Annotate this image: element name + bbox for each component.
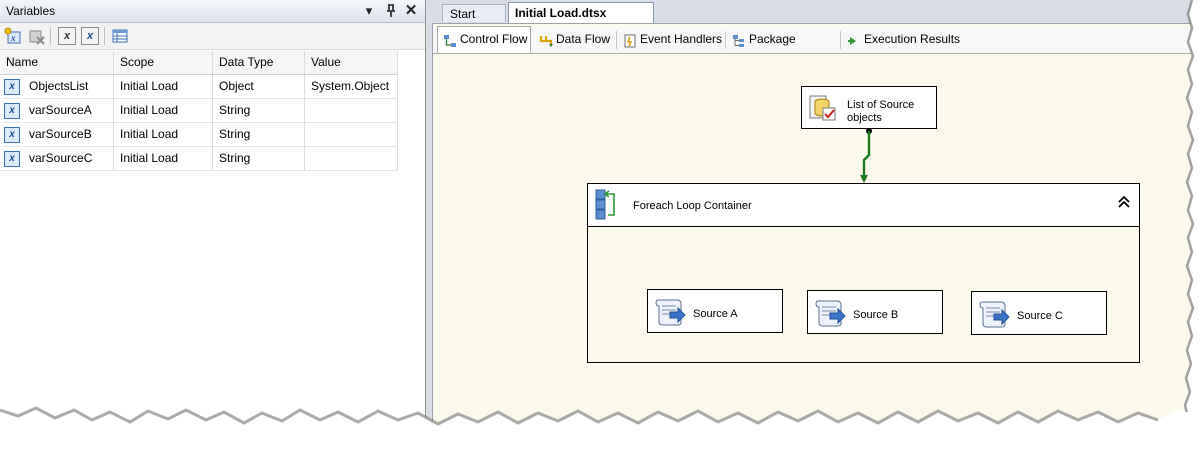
task-label: List of Source objects xyxy=(847,99,914,125)
tab-label: Data Flow xyxy=(556,32,611,46)
designer-tab-strip: Control Flow Data Flow Event Handlers Pa… xyxy=(433,26,1191,70)
variables-title-bar: Variables ▾ ✕ xyxy=(0,0,425,23)
table-row[interactable]: x varSourceA Initial Load String xyxy=(0,99,398,123)
event-handlers-icon xyxy=(623,32,636,48)
task-label-line-2: objects xyxy=(847,112,882,124)
foreach-loop-container[interactable]: Foreach Loop Container xyxy=(587,183,1140,363)
container-title: Foreach Loop Container xyxy=(633,200,752,212)
column-header-value[interactable]: Value xyxy=(305,51,398,74)
table-row[interactable]: x ObjectsList Initial Load Object System… xyxy=(0,75,398,99)
task-label: Source A xyxy=(693,308,738,320)
tab-data-flow[interactable]: Data Flow xyxy=(534,27,614,51)
collapse-chevron-icon[interactable] xyxy=(1117,195,1131,212)
task-label: Source B xyxy=(853,309,899,321)
precedence-constraint-arrow[interactable] xyxy=(855,127,877,185)
tab-start-page[interactable]: Start Page xyxy=(442,4,506,39)
package-explorer-icon xyxy=(732,32,745,47)
torn-edge-right xyxy=(1180,0,1202,453)
show-system-variables-icon[interactable]: x xyxy=(58,27,76,45)
tab-label: Event Handlers xyxy=(640,32,723,46)
column-header-scope[interactable]: Scope xyxy=(114,51,213,74)
variable-data-type[interactable]: String xyxy=(213,99,305,122)
variable-scope: Initial Load xyxy=(114,75,213,98)
table-row[interactable]: x varSourceC Initial Load String xyxy=(0,147,398,171)
execute-sql-task-icon xyxy=(808,93,838,126)
variable-data-type[interactable]: Object xyxy=(213,75,305,98)
grid-header-row: Name Scope Data Type Value xyxy=(0,51,398,75)
delete-variable-icon[interactable] xyxy=(27,27,45,45)
variable-scope: Initial Load xyxy=(114,99,213,122)
tab-label: Execution Results xyxy=(864,32,961,46)
close-icon[interactable]: ✕ xyxy=(402,2,420,20)
variable-name[interactable]: ObjectsList xyxy=(0,75,114,98)
column-header-data-type[interactable]: Data Type xyxy=(213,51,305,74)
variable-value[interactable] xyxy=(305,123,398,146)
variables-toolbar: x x x xyxy=(0,23,425,50)
svg-text:x: x xyxy=(10,33,16,43)
data-flow-icon xyxy=(539,32,553,47)
variable-data-type[interactable]: String xyxy=(213,123,305,146)
script-task-icon xyxy=(814,297,846,332)
variable-name[interactable]: varSourceB xyxy=(0,123,114,146)
script-task-source-a[interactable]: Source A xyxy=(647,289,783,333)
variable-scope: Initial Load xyxy=(114,147,213,170)
tab-control-flow[interactable]: Control Flow xyxy=(437,26,531,53)
tab-package-explorer[interactable]: Package Explorer xyxy=(727,27,839,70)
tab-initial-load-design[interactable]: Initial Load.dtsx [Design] xyxy=(508,2,654,40)
variable-value[interactable]: System.Object xyxy=(305,75,398,98)
task-label-line-1: List of Source xyxy=(847,99,915,111)
variable-name[interactable]: varSourceA xyxy=(0,99,114,122)
execution-results-icon xyxy=(847,32,860,45)
show-all-variables-icon[interactable]: x xyxy=(81,27,99,45)
add-variable-icon[interactable]: x xyxy=(4,27,22,45)
variables-grid: Name Scope Data Type Value x ObjectsList… xyxy=(0,51,398,171)
column-header-name[interactable]: Name xyxy=(0,51,114,74)
variable-name[interactable]: varSourceC xyxy=(0,147,114,170)
variable-value[interactable] xyxy=(305,147,398,170)
script-task-source-c[interactable]: Source C xyxy=(971,291,1107,335)
script-task-icon xyxy=(978,298,1010,333)
foreach-loop-icon xyxy=(595,189,617,224)
variable-scope: Initial Load xyxy=(114,123,213,146)
choose-columns-icon[interactable] xyxy=(111,27,129,45)
table-row[interactable]: x varSourceB Initial Load String xyxy=(0,123,398,147)
control-flow-icon xyxy=(443,32,456,47)
script-task-icon xyxy=(654,296,686,331)
tab-label: Control Flow xyxy=(460,32,528,46)
auto-hide-pin-icon[interactable] xyxy=(382,2,400,20)
container-header[interactable]: Foreach Loop Container xyxy=(588,184,1139,227)
window-position-dropdown-icon[interactable]: ▾ xyxy=(360,2,378,20)
tab-event-handlers[interactable]: Event Handlers xyxy=(618,27,724,51)
script-task-source-b[interactable]: Source B xyxy=(807,290,943,334)
variable-value[interactable] xyxy=(305,99,398,122)
variable-data-type[interactable]: String xyxy=(213,147,305,170)
list-source-objects-task[interactable]: List of Source objects xyxy=(801,86,937,129)
task-label: Source C xyxy=(1017,310,1063,322)
torn-edge-bottom xyxy=(0,406,1202,453)
variables-title: Variables xyxy=(6,4,56,18)
tab-execution-results[interactable]: Execution Results xyxy=(842,27,962,51)
